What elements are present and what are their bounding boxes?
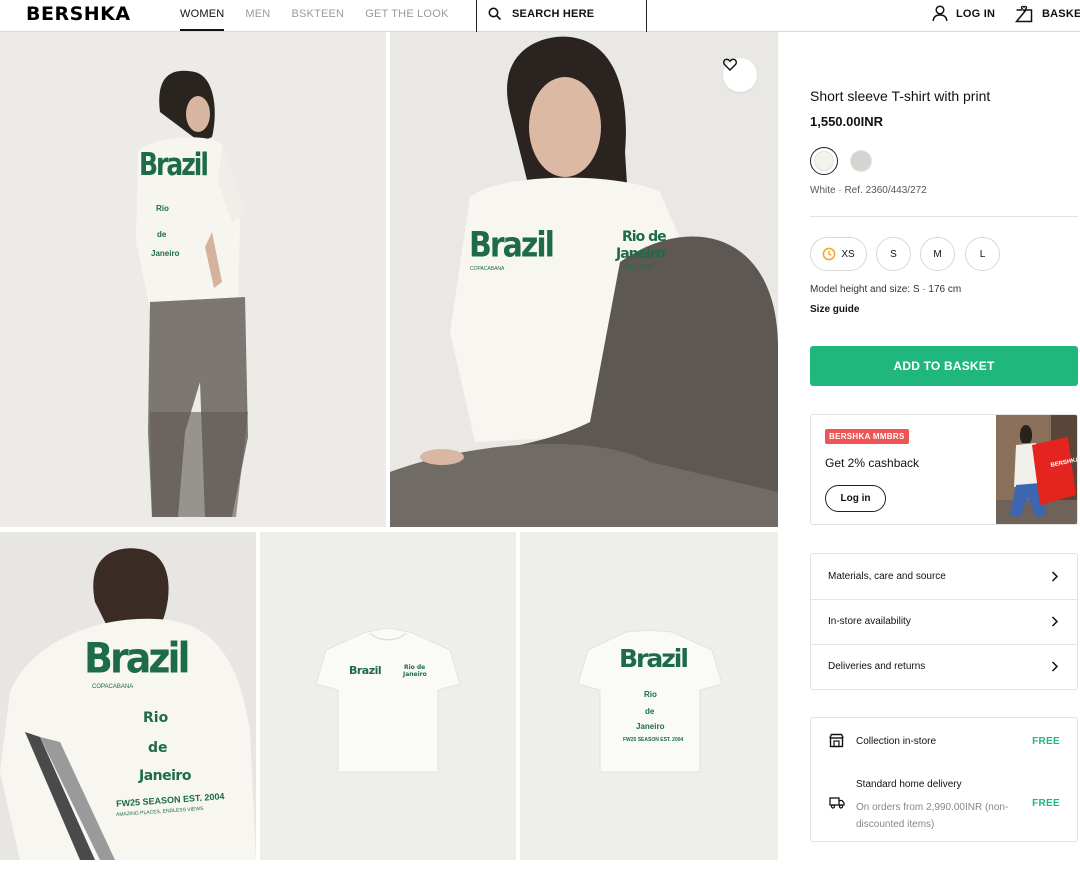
- flat-back-print-de: de: [645, 707, 655, 716]
- search-label: SEARCH HERE: [512, 8, 595, 20]
- truck-icon: [829, 797, 845, 809]
- accordion-store-availability[interactable]: In-store availability: [811, 599, 1077, 644]
- size-option-m[interactable]: M: [920, 237, 955, 271]
- flat-print-brazil: Brazil: [349, 664, 382, 677]
- cashback-text: Get 2% cashback: [825, 456, 920, 470]
- chevron-right-icon: [1051, 661, 1059, 672]
- accordion-deliveries[interactable]: Deliveries and returns: [811, 644, 1077, 689]
- product-photo-back-full[interactable]: Brazil Rio de Janeiro: [0, 32, 386, 527]
- accordion-materials-label: Materials, care and source: [828, 571, 946, 582]
- product-price: 1,550.00INR: [810, 114, 883, 129]
- accordion-materials[interactable]: Materials, care and source: [811, 554, 1077, 599]
- product-reference: White · Ref. 2360/443/272: [810, 185, 927, 196]
- brand-logo[interactable]: BERSHKA: [26, 3, 131, 25]
- info-accordion: Materials, care and source In-store avai…: [810, 553, 1078, 690]
- shirt-print-brazil-closeup: Brazil: [84, 633, 191, 683]
- nav-get-the-look[interactable]: GET THE LOOK: [365, 0, 448, 32]
- home-delivery-price: FREE: [1032, 798, 1060, 809]
- collection-in-store-label: Collection in-store: [856, 736, 937, 747]
- store-icon: [829, 733, 844, 748]
- divider: [810, 216, 1078, 217]
- home-delivery-condition: On orders from 2,990.00INR (non-discount…: [856, 802, 1009, 830]
- size-label-xs: XS: [841, 248, 855, 260]
- members-badge: BERSHKA MMBRS: [825, 429, 909, 444]
- shirt-print-de: de: [157, 230, 167, 239]
- user-icon: [932, 5, 948, 22]
- flat-print-janeiro: Janeiro: [403, 671, 427, 678]
- top-header: BERSHKA WOMEN MEN BSKTEEN GET THE LOOK S…: [0, 0, 1080, 32]
- flat-back-print-rio: Rio: [644, 690, 657, 699]
- flat-back-print-season: FW25 SEASON EST. 2004: [623, 737, 684, 743]
- shirt-print-de-closeup: de: [148, 740, 168, 756]
- product-photo-flat-back[interactable]: Brazil Rio de Janeiro FW25 SEASON EST. 2…: [520, 532, 778, 860]
- wishlist-button[interactable]: [723, 58, 757, 92]
- product-title: Short sleeve T-shirt with print: [810, 88, 991, 104]
- size-option-xs[interactable]: XS: [810, 237, 867, 271]
- home-delivery-label: Standard home delivery: [856, 779, 962, 790]
- delivery-options: Collection in-store FREE Standard home d…: [810, 717, 1078, 842]
- shirt-print-brazil: Brazil: [139, 146, 209, 183]
- chevron-right-icon: [1051, 616, 1059, 627]
- search-box[interactable]: SEARCH HERE: [476, 0, 647, 32]
- basket-link[interactable]: BASKET: [1015, 5, 1080, 23]
- size-label-s: S: [890, 248, 897, 260]
- members-promo-card: BERSHKA MMBRS Get 2% cashback Log in BER…: [810, 414, 1078, 525]
- nav-bskteen[interactable]: BSKTEEN: [291, 0, 344, 32]
- size-guide-link[interactable]: Size guide: [810, 304, 859, 315]
- main-nav: WOMEN MEN BSKTEEN GET THE LOOK: [180, 0, 469, 32]
- size-option-l[interactable]: L: [965, 237, 1000, 271]
- add-to-basket-button[interactable]: ADD TO BASKET: [810, 346, 1078, 386]
- clock-icon: [822, 247, 836, 261]
- accordion-store-label: In-store availability: [828, 616, 911, 627]
- model-info: Model height and size: S · 176 cm: [810, 284, 962, 295]
- promo-login-button[interactable]: Log in: [825, 485, 886, 512]
- flat-back-print-brazil: Brazil: [619, 644, 689, 673]
- shirt-print-janeiro-front: Janeiro: [616, 246, 665, 262]
- login-label: LOG IN: [956, 7, 996, 20]
- search-icon: [488, 7, 502, 21]
- shirt-print-copacabana: COPACABANA: [470, 266, 505, 272]
- shirt-print-est: EST. 2004: [625, 265, 653, 271]
- shirt-print-rio: Rio: [156, 204, 169, 213]
- product-photo-flat-front[interactable]: Brazil Rio de Janeiro: [260, 532, 516, 860]
- login-link[interactable]: LOG IN: [932, 5, 995, 22]
- basket-label: BASKET: [1042, 8, 1080, 20]
- shirt-print-rio-closeup: Rio: [143, 710, 169, 726]
- chevron-right-icon: [1051, 571, 1059, 582]
- flat-print-rio: Rio de: [404, 664, 426, 671]
- basket-icon: [1015, 5, 1033, 23]
- promo-image: BERSHKA MMBRS: [996, 415, 1077, 524]
- color-swatch-grey[interactable]: [850, 150, 872, 172]
- size-label-l: L: [979, 248, 986, 260]
- product-photo-back-closeup[interactable]: Brazil COPACABANA Rio de Janeiro FW25 SE…: [0, 532, 256, 860]
- nav-men[interactable]: MEN: [245, 0, 270, 32]
- size-label-m: M: [933, 248, 942, 260]
- shirt-print-janeiro-closeup: Janeiro: [139, 768, 191, 784]
- shirt-print-brazil-front: Brazil: [469, 225, 555, 266]
- shirt-print-copacabana-closeup: COPACABANA: [92, 684, 134, 690]
- color-swatch-white[interactable]: [810, 147, 838, 175]
- accordion-deliveries-label: Deliveries and returns: [828, 661, 926, 672]
- nav-women[interactable]: WOMEN: [180, 0, 225, 32]
- shirt-print-rio-de: Rio de: [622, 229, 667, 245]
- heart-icon: [723, 58, 737, 71]
- collection-price: FREE: [1032, 736, 1060, 747]
- shirt-print-janeiro: Janeiro: [151, 249, 180, 258]
- size-option-s[interactable]: S: [876, 237, 911, 271]
- flat-back-print-janeiro: Janeiro: [636, 722, 665, 731]
- product-photo-front-seated[interactable]: Brazil COPACABANA Rio de Janeiro EST. 20…: [390, 32, 778, 527]
